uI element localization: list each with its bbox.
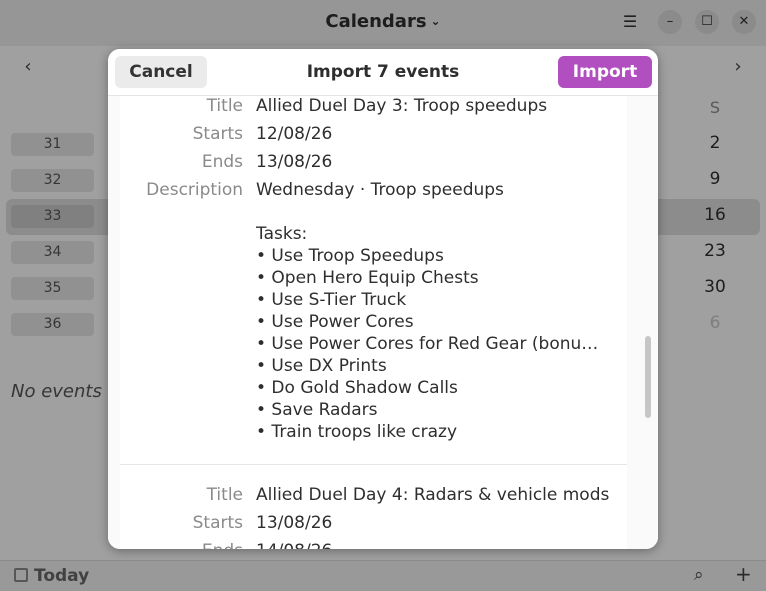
event-end: 14/08/26: [256, 541, 332, 549]
starts-row: Starts 13/08/26: [120, 513, 627, 537]
task-item: • Do Gold Shadow Calls: [256, 378, 458, 398]
event-title: Allied Duel Day 3: Troop speedups: [256, 96, 548, 116]
task-item: • Use Power Cores for Red Gear (bonu…: [256, 334, 599, 354]
import-button[interactable]: Import: [558, 56, 652, 88]
task-item: • Use Troop Speedups: [256, 246, 444, 266]
description-row: Description Wednesday · Troop speedups: [120, 180, 627, 204]
scrollbar-thumb[interactable]: [645, 336, 651, 418]
title-row: Title Allied Duel Day 4: Radars & vehicl…: [120, 485, 627, 509]
event-description: Wednesday · Troop speedups: [256, 180, 504, 200]
title-row: Title Allied Duel Day 3: Troop speedups: [120, 96, 627, 120]
field-label: Title: [206, 96, 243, 116]
event-card: Title Allied Duel Day 3: Troop speedups …: [120, 96, 627, 464]
starts-row: Starts 12/08/26: [120, 124, 627, 148]
field-label: Starts: [192, 124, 243, 144]
task-item: • Open Hero Equip Chests: [256, 268, 479, 288]
tasks-heading: Tasks:: [256, 224, 308, 244]
dialog-header: Cancel Import 7 events Import: [108, 49, 658, 96]
event-card: Title Allied Duel Day 4: Radars & vehicl…: [120, 465, 627, 549]
event-list[interactable]: Title Allied Duel Day 3: Troop speedups …: [108, 96, 658, 549]
ends-row: Ends 13/08/26: [120, 152, 627, 176]
task-item: • Use Power Cores: [256, 312, 414, 332]
task-item: • Save Radars: [256, 400, 378, 420]
event-end: 13/08/26: [256, 152, 333, 172]
field-label: Title: [206, 485, 243, 505]
task-item: • Use DX Prints: [256, 356, 387, 376]
field-label: Ends: [120, 541, 243, 549]
event-start: 13/08/26: [256, 513, 333, 533]
task-item: • Train troops like crazy: [256, 422, 458, 442]
field-label: Starts: [192, 513, 243, 533]
event-start: 12/08/26: [256, 124, 333, 144]
field-label: Ends: [201, 152, 243, 172]
ends-row: Ends 14/08/26: [120, 541, 627, 549]
task-item: • Use S-Tier Truck: [256, 290, 407, 310]
field-label: Description: [146, 180, 243, 200]
import-dialog: Cancel Import 7 events Import Title Alli…: [108, 49, 658, 549]
event-title: Allied Duel Day 4: Radars & vehicle mods: [256, 485, 610, 505]
